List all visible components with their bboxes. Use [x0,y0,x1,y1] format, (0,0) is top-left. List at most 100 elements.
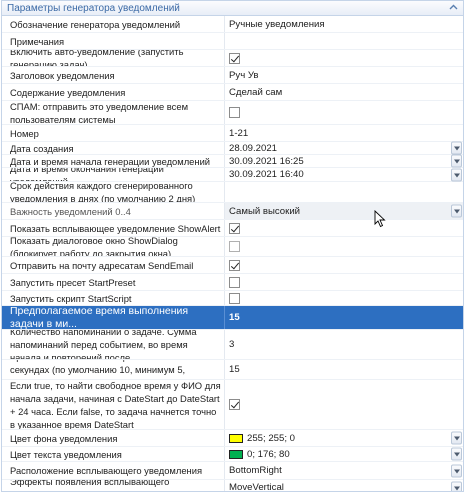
property-row[interactable]: Срок действия каждого сгенерированного у… [2,182,463,203]
property-row[interactable]: Дата и время окончания генерации уведомл… [2,168,463,182]
property-value[interactable]: 0; 176; 80 [225,447,463,461]
property-label: СПАМ: отправить это уведомление всем пол… [2,101,225,124]
property-label: Примечания [2,33,225,49]
property-label: Запустить скрипт StartScript [2,291,225,305]
property-row[interactable]: Если true, то найти свободное время у ФИ… [2,380,463,430]
property-row[interactable]: Обозначение генератора уведомлений Ручные… [2,16,463,33]
property-value[interactable] [225,33,463,49]
property-value[interactable]: Самый высокий [225,203,463,219]
property-value[interactable]: Ручные уведомления [225,16,463,32]
property-value-text: Руч Ув [229,69,259,81]
panel-title: Параметры генератора уведомлений [7,3,180,14]
property-row[interactable]: СПАМ: отправить это уведомление всем пол… [2,101,463,125]
property-row[interactable]: Количество напоминаний о задаче. Сумма н… [2,330,463,360]
dropdown-arrow-icon[interactable] [451,204,462,218]
property-label: Эффекты появления всплывающего уведомлен… [2,480,225,491]
property-label: Дата создания [2,142,225,154]
property-label: Расположение всплывающего уведомления [2,462,225,479]
property-value[interactable]: 28.09.2021 [225,141,463,155]
property-row[interactable]: Эффекты появления всплывающего уведомлен… [2,480,463,492]
property-row[interactable]: Дата и время начала генерации уведомлени… [2,154,463,168]
property-value[interactable]: 15 [225,306,463,329]
property-label: Запустить пресет StartPreset [2,274,225,290]
property-value-text: 15 [229,364,240,375]
property-row[interactable]: Содержание уведомления Сделай сам [2,84,463,101]
property-row[interactable]: Включить авто-уведомление (запустить ген… [2,50,463,67]
property-row[interactable]: Цвет фона уведомления 255; 255; 0 [2,430,463,447]
dropdown-arrow-icon[interactable] [451,168,462,181]
property-value[interactable] [225,291,463,305]
color-swatch[interactable] [229,433,243,443]
dropdown-arrow-icon[interactable] [451,154,462,168]
property-row[interactable]: Показать всплывающее уведомление ShowAle… [2,220,463,237]
dropdown-arrow-icon[interactable] [451,447,462,461]
property-row[interactable]: Показать диалоговое окно ShowDialog (бло… [2,237,463,257]
property-value[interactable] [225,50,463,66]
property-value[interactable]: Сделай сам [225,84,463,100]
property-value[interactable]: 30.09.2021 16:40 [225,168,463,181]
property-label: Предполагаемое время выполнения задачи в… [2,306,225,329]
property-value-text: MoveVertical [229,482,284,492]
property-label: Время показа всплывающего напоминания в … [2,360,225,379]
property-label: Показать всплывающее уведомление ShowAle… [2,220,225,236]
property-checkbox[interactable] [229,52,240,64]
property-label: Количество напоминаний о задаче. Сумма н… [2,330,225,359]
property-grid: Обозначение генератора уведомлений Ручные… [2,16,463,492]
property-checkbox[interactable] [229,222,240,234]
color-swatch[interactable] [229,449,243,459]
property-row[interactable]: Предполагаемое время выполнения задачи в… [2,306,463,330]
property-value[interactable] [225,274,463,290]
property-checkbox[interactable] [229,107,240,118]
property-checkbox[interactable] [229,259,240,271]
property-row[interactable]: Расположение всплывающего уведомления Bot… [2,462,463,480]
dropdown-arrow-icon[interactable] [451,464,462,477]
property-label: Заголовок уведомления [2,67,225,83]
property-value[interactable]: BottomRight [225,462,463,479]
property-row[interactable]: Цвет текста уведомления 0; 176; 80 [2,447,463,462]
property-value-text: Ручные уведомления [229,18,325,30]
property-value[interactable] [225,101,463,124]
property-row[interactable]: Важность уведомлений 0..4 Самый высокий [2,203,463,220]
property-checkbox[interactable] [229,241,240,252]
property-value[interactable] [225,182,463,202]
property-value[interactable] [225,237,463,256]
property-value[interactable]: 255; 255; 0 [225,430,463,446]
property-row[interactable]: Дата создания 28.09.2021 [2,141,463,155]
property-value-text: 15 [229,312,240,323]
collapse-chevron-icon[interactable] [448,2,459,13]
property-value[interactable] [225,380,463,429]
property-value[interactable]: 3 [225,330,463,359]
property-row[interactable]: Отправить на почту адресатам SendEmail [2,257,463,274]
property-row[interactable]: Примечания [2,33,463,50]
property-value-text: 1-21 [229,127,249,139]
property-value-text: BottomRight [229,465,282,476]
property-value[interactable]: Руч Ув [225,67,463,83]
property-checkbox[interactable] [229,399,240,410]
property-panel: Параметры генератора уведомлений Обознач… [1,0,464,492]
property-label: Дата и время начала генерации уведомлени… [2,155,225,167]
property-row[interactable]: Запустить скрипт StartScript [2,291,463,306]
property-value[interactable] [225,257,463,273]
property-row[interactable]: Время показа всплывающего напоминания в … [2,360,463,380]
property-value[interactable]: 15 [225,360,463,379]
property-row[interactable]: Запустить пресет StartPreset [2,274,463,291]
mouse-cursor-icon [374,210,386,228]
property-value-text: 255; 255; 0 [247,432,296,444]
property-checkbox[interactable] [229,292,240,304]
dropdown-arrow-icon[interactable] [451,481,462,491]
property-value[interactable]: 1-21 [225,125,463,141]
property-value[interactable] [225,220,463,236]
property-row[interactable]: Номер 1-21 [2,125,463,142]
property-value[interactable]: 30.09.2021 16:25 [225,154,463,168]
dropdown-arrow-icon[interactable] [451,431,462,445]
property-checkbox[interactable] [229,276,240,288]
property-row[interactable]: Заголовок уведомления Руч Ув [2,67,463,84]
dropdown-arrow-icon[interactable] [451,141,462,155]
property-value-text: 3 [229,339,235,350]
property-label: Содержание уведомления [2,84,225,100]
panel-header[interactable]: Параметры генератора уведомлений [2,1,463,16]
property-value-text: Самый высокий [229,205,301,217]
property-value-text: Сделай сам [229,86,283,98]
property-value[interactable]: MoveVertical [225,480,463,492]
property-label: Если true, то найти свободное время у ФИ… [2,380,225,429]
